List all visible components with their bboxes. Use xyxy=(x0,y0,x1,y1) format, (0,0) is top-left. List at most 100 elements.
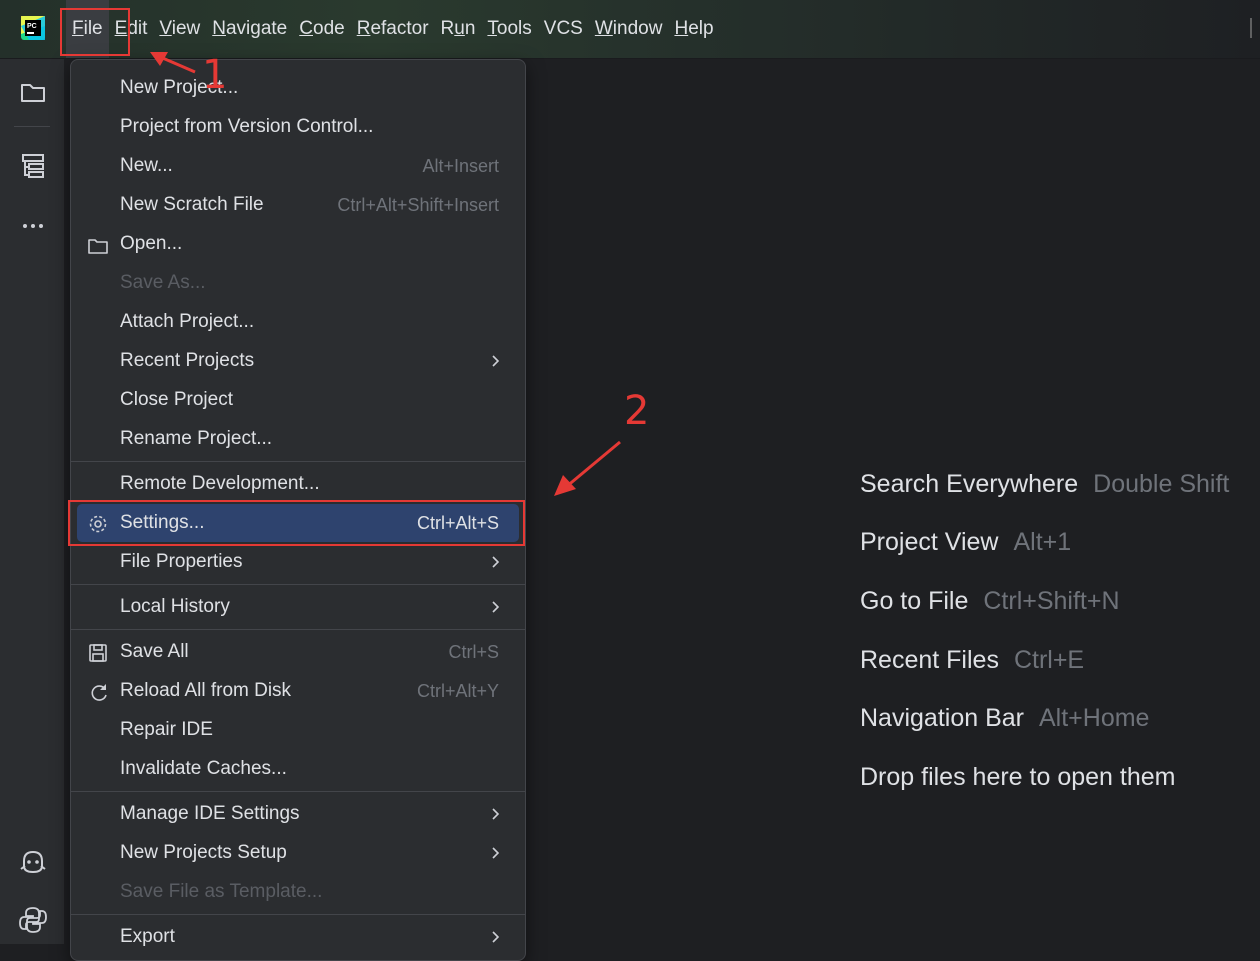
python-console-icon[interactable] xyxy=(18,905,48,935)
menu-item-label: Attach Project... xyxy=(120,311,255,332)
window-edge-icon xyxy=(1250,18,1258,38)
project-folder-icon[interactable] xyxy=(18,77,48,107)
chevron-right-icon xyxy=(492,847,500,859)
menu-navigate[interactable]: Navigate xyxy=(206,0,293,58)
annotation-number-2: 2 xyxy=(624,388,650,434)
svg-text:PC: PC xyxy=(27,23,37,30)
hint-drop-files-here-to-open-them: Drop files here to open them xyxy=(860,748,1229,807)
menu-refactor[interactable]: Refactor xyxy=(351,0,435,58)
hint-recent-files: Recent Files Ctrl+E xyxy=(860,631,1229,690)
menu-separator xyxy=(71,584,525,585)
menu-item-label: Manage IDE Settings xyxy=(120,803,300,824)
hint-shortcut: Alt+1 xyxy=(1013,528,1072,557)
menu-item-label: New Scratch File xyxy=(120,194,264,215)
reload-icon xyxy=(91,684,107,701)
file-menu-item-export[interactable]: Export xyxy=(77,918,519,956)
menu-separator xyxy=(71,629,525,630)
menu-item-label: File Properties xyxy=(120,551,243,572)
copilot-icon[interactable] xyxy=(18,847,48,877)
hint-navigation-bar: Navigation Bar Alt+Home xyxy=(860,689,1229,748)
menu-separator xyxy=(71,461,525,462)
menu-item-shortcut: Ctrl+S xyxy=(448,642,499,662)
hint-shortcut: Ctrl+E xyxy=(1013,645,1085,674)
file-menu-item-recent-projects[interactable]: Recent Projects xyxy=(77,342,519,380)
save-icon xyxy=(89,644,107,662)
file-menu-item-invalidate-caches[interactable]: Invalidate Caches... xyxy=(77,750,519,788)
more-icon[interactable] xyxy=(18,211,48,241)
hint-action: Drop files here to open them xyxy=(860,762,1176,791)
file-menu-item-manage-ide-settings[interactable]: Manage IDE Settings xyxy=(77,795,519,833)
file-menu-item-close-project[interactable]: Close Project xyxy=(77,381,519,419)
file-menu-item-file-properties[interactable]: File Properties xyxy=(77,543,519,581)
sidebar-separator xyxy=(14,126,50,127)
tool-window-sidebar xyxy=(0,59,65,944)
menu-code[interactable]: Code xyxy=(293,0,350,58)
hint-shortcut: Alt+Home xyxy=(1038,704,1150,733)
menu-item-label: Close Project xyxy=(120,389,233,410)
menu-item-label: Export xyxy=(120,926,175,947)
menu-item-label: Invalidate Caches... xyxy=(120,758,287,779)
hint-search-everywhere: Search Everywhere Double Shift xyxy=(860,455,1229,514)
menu-item-label: New... xyxy=(120,155,173,176)
welcome-shortcut-hints: Search Everywhere Double Shift Project Vie… xyxy=(860,455,1229,807)
hint-project-view: Project View Alt+1 xyxy=(860,514,1229,573)
menu-item-label: Remote Development... xyxy=(120,473,320,494)
chevron-right-icon xyxy=(492,355,500,367)
chevron-right-icon xyxy=(492,556,500,568)
hint-shortcut: Double Shift xyxy=(1093,469,1230,498)
menu-item-label: Local History xyxy=(120,596,230,617)
file-menu-item-open[interactable]: Open... xyxy=(77,225,519,263)
title-bar: PC File Edit View Navigate Code Refactor Run To… xyxy=(0,0,1260,59)
file-menu-item-repair-ide[interactable]: Repair IDE xyxy=(77,711,519,749)
menu-item-shortcut: Ctrl+Alt+Y xyxy=(416,681,499,701)
menu-window[interactable]: Window xyxy=(589,0,669,58)
hint-action: Go to File xyxy=(860,586,969,615)
chevron-right-icon xyxy=(492,601,500,613)
hint-action: Project View xyxy=(860,528,999,557)
file-menu-item-save-file-as-template[interactable]: Save File as Template... xyxy=(77,873,519,911)
menu-view[interactable]: View xyxy=(153,0,206,58)
structure-icon[interactable] xyxy=(18,151,48,181)
pycharm-logo-icon[interactable]: PC xyxy=(21,16,45,40)
file-menu-item-local-history[interactable]: Local History xyxy=(77,588,519,626)
file-menu-item-project-from-version-control[interactable]: Project from Version Control... xyxy=(77,108,519,146)
file-menu-item-reload-all-from-disk[interactable]: Reload All from Disk Ctrl+Alt+Y xyxy=(77,672,519,710)
folder-icon xyxy=(88,239,108,254)
file-menu-item-new-projects-setup[interactable]: New Projects Setup xyxy=(77,834,519,872)
file-menu-item-new-scratch-file[interactable]: New Scratch File Ctrl+Alt+Shift+Insert xyxy=(77,186,519,224)
hint-action: Search Everywhere xyxy=(860,469,1079,498)
hint-go-to-file: Go to File Ctrl+Shift+N xyxy=(860,572,1229,631)
file-menu-item-rename-project[interactable]: Rename Project... xyxy=(77,420,519,458)
main-menu-bar: File Edit View Navigate Code Refactor Run Tools… xyxy=(66,0,720,58)
menu-item-label: Rename Project... xyxy=(120,428,273,449)
menu-separator xyxy=(71,791,525,792)
annotation-box-settings xyxy=(68,500,525,546)
menu-item-label: Recent Projects xyxy=(120,350,255,371)
file-menu-item-save-all[interactable]: Save All Ctrl+S xyxy=(77,633,519,671)
menu-item-shortcut: Ctrl+Alt+Shift+Insert xyxy=(337,195,499,215)
menu-run[interactable]: Run xyxy=(435,0,482,58)
annotation-number-1: 1 xyxy=(202,52,228,98)
file-menu-item-new-project[interactable]: New Project... xyxy=(77,69,519,107)
menu-item-shortcut: Alt+Insert xyxy=(422,156,499,176)
annotation-box-file xyxy=(60,8,130,56)
file-menu-item-save-as[interactable]: Save As... xyxy=(77,264,519,302)
menu-item-label: Save All xyxy=(120,641,189,662)
menu-help[interactable]: Help xyxy=(668,0,719,58)
file-menu-item-remote-development[interactable]: Remote Development... xyxy=(77,465,519,503)
chevron-right-icon xyxy=(492,808,500,820)
menu-vcs[interactable]: VCS xyxy=(538,0,589,58)
menu-item-label: Repair IDE xyxy=(120,719,213,740)
menu-tools[interactable]: Tools xyxy=(481,0,537,58)
file-menu-item-attach-project[interactable]: Attach Project... xyxy=(77,303,519,341)
chevron-right-icon xyxy=(492,931,500,943)
hint-action: Navigation Bar xyxy=(860,704,1024,733)
menu-separator xyxy=(71,914,525,915)
hint-shortcut: Ctrl+Shift+N xyxy=(983,586,1120,615)
file-menu-item-new[interactable]: New... Alt+Insert xyxy=(77,147,519,185)
menu-item-label: Project from Version Control... xyxy=(120,116,374,137)
menu-item-label: Open... xyxy=(120,233,183,254)
menu-item-label: Reload All from Disk xyxy=(120,680,292,701)
menu-item-label: Save File as Template... xyxy=(120,881,323,902)
menu-item-label: New Projects Setup xyxy=(120,842,287,863)
